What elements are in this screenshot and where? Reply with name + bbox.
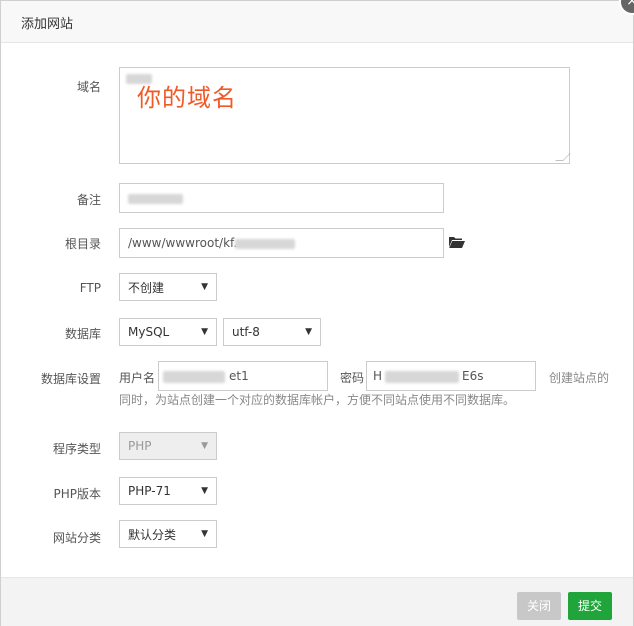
db-username-label: 用户名: [119, 371, 156, 385]
caret-down-icon: ▼: [201, 529, 208, 539]
submit-button[interactable]: 提交: [568, 592, 612, 620]
root-dir-label: 根目录: [64, 237, 101, 251]
root-dir-value: /www/wwwroot/kf.: [128, 236, 238, 250]
redacted-text: [163, 371, 225, 383]
caret-down-icon: ▼: [201, 486, 208, 496]
domain-annotation: 你的域名: [137, 84, 237, 112]
ftp-label: FTP: [79, 281, 101, 295]
program-type-select: PHP ▼: [119, 432, 217, 460]
ftp-select-value: 不创建: [128, 280, 165, 295]
root-dir-input[interactable]: /www/wwwroot/kf.: [119, 228, 444, 258]
redacted-text: [385, 371, 459, 383]
site-category-select[interactable]: 默认分类 ▼: [119, 520, 217, 548]
db-username-value: et1: [229, 369, 249, 383]
database-type-select[interactable]: MySQL ▼: [119, 318, 217, 346]
ftp-select[interactable]: 不创建 ▼: [119, 273, 217, 301]
database-charset-select[interactable]: utf-8 ▼: [223, 318, 321, 346]
db-password-input[interactable]: H E6s: [366, 361, 536, 391]
redacted-text: [128, 194, 183, 204]
remark-input[interactable]: [119, 183, 444, 213]
caret-down-icon: ▼: [201, 282, 208, 292]
program-type-label: 程序类型: [52, 442, 101, 456]
db-password-value-start: H: [373, 369, 383, 383]
dialog-title: 添加网站: [21, 17, 74, 32]
php-version-value: PHP-71: [128, 484, 171, 498]
close-button[interactable]: 关闭: [517, 592, 561, 620]
remark-label: 备注: [76, 193, 101, 207]
program-type-value: PHP: [128, 439, 152, 453]
site-category-value: 默认分类: [128, 527, 177, 542]
resize-grip-icon[interactable]: [555, 153, 571, 161]
database-settings-label: 数据库设置: [40, 372, 101, 386]
database-type-value: MySQL: [128, 325, 170, 339]
domain-label: 域名: [76, 80, 101, 94]
dialog-header: 添加网站: [1, 1, 633, 43]
db-username-input[interactable]: et1: [158, 361, 328, 391]
caret-down-icon: ▼: [305, 327, 312, 337]
php-version-label: PHP版本: [53, 487, 102, 501]
redacted-text: [235, 239, 295, 249]
dialog-footer: 关闭 提交: [1, 577, 633, 626]
db-password-value-end: E6s: [462, 369, 484, 383]
caret-down-icon: ▼: [201, 441, 208, 451]
database-label: 数据库: [64, 327, 101, 341]
site-category-label: 网站分类: [52, 531, 101, 545]
caret-down-icon: ▼: [201, 327, 208, 337]
php-version-select[interactable]: PHP-71 ▼: [119, 477, 217, 505]
db-password-label: 密码: [340, 371, 365, 385]
folder-open-icon[interactable]: [449, 236, 465, 248]
add-site-dialog: 添加网站 × 域名 你的域名 备注 根目录 /www/wwwroot/kf. F…: [0, 0, 634, 626]
db-hint-line2: 同时，为站点创建一个对应的数据库帐户，方便不同站点使用不同数据库。: [119, 393, 516, 407]
database-charset-value: utf-8: [232, 325, 260, 339]
db-hint-line1: 创建站点的: [549, 371, 610, 385]
